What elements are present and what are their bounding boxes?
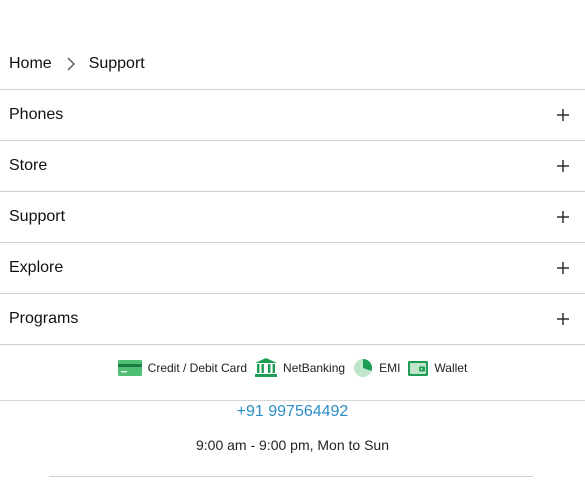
breadcrumb-home-link[interactable]: Home <box>9 55 52 73</box>
bank-icon <box>255 358 278 377</box>
plus-icon[interactable] <box>556 159 570 173</box>
divider <box>0 400 585 401</box>
plus-icon[interactable] <box>556 210 570 224</box>
phone-link[interactable]: +91 997564492 <box>0 403 585 421</box>
accordion-item-label: Support <box>9 208 66 225</box>
chevron-right-icon <box>66 57 76 71</box>
plus-icon[interactable] <box>556 312 570 326</box>
payment-netbanking-label: NetBanking <box>283 361 346 375</box>
payment-wallet: Wallet <box>408 360 467 376</box>
footer-accordion: Phones Store Support Explore Programs <box>0 89 585 345</box>
payment-emi: EMI <box>353 358 400 378</box>
plus-icon[interactable] <box>556 261 570 275</box>
pie-chart-icon <box>354 359 373 377</box>
payment-netbanking: NetBanking <box>255 358 345 378</box>
accordion-item-label: Phones <box>9 106 64 123</box>
accordion-item-phones[interactable]: Phones <box>0 90 585 141</box>
accordion-item-label: Explore <box>9 259 64 276</box>
accordion-item-support[interactable]: Support <box>0 192 585 243</box>
breadcrumb-current: Support <box>88 55 145 72</box>
accordion-item-label: Programs <box>9 310 79 327</box>
payment-card-label: Credit / Debit Card <box>147 361 248 375</box>
payment-methods: Credit / Debit Card NetBanking EMI Walle… <box>0 358 585 378</box>
accordion-item-store[interactable]: Store <box>0 141 585 192</box>
support-hours: 9:00 am - 9:00 pm, Mon to Sun <box>196 437 389 453</box>
accordion-item-explore[interactable]: Explore <box>0 243 585 294</box>
payment-wallet-label: Wallet <box>434 361 468 375</box>
credit-card-icon <box>117 360 142 376</box>
wallet-icon <box>408 361 429 376</box>
payment-emi-label: EMI <box>379 361 401 375</box>
breadcrumb: Home Support <box>9 53 145 75</box>
divider <box>49 476 533 477</box>
accordion-item-label: Store <box>9 157 48 174</box>
accordion-item-programs[interactable]: Programs <box>0 294 585 345</box>
payment-card: Credit / Debit Card <box>117 360 248 376</box>
plus-icon[interactable] <box>556 108 570 122</box>
